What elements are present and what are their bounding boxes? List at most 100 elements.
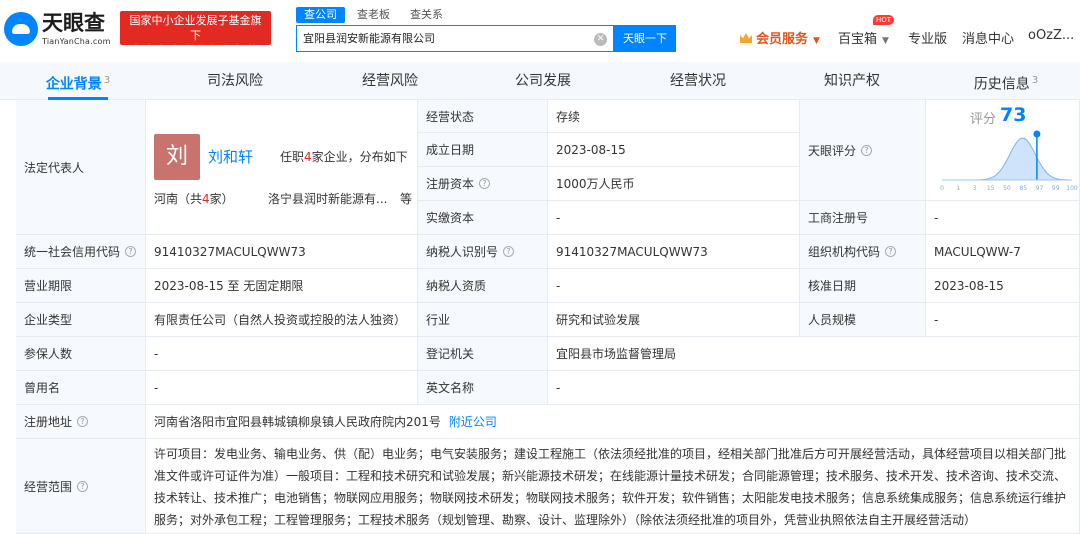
former-name-label: 曾用名 [16,371,146,405]
distribution-curve [942,137,1072,181]
search-type-tabs: 查公司 查老板 查关系 [296,6,451,24]
top-bar: 天眼查 TianYanCha.com 国家中小企业发展子基金旗下 官方备案企业征… [0,0,1080,62]
rating-label: 评分 [970,112,997,127]
badge-line-2: 官方备案企业征信机构 [130,44,261,57]
org-code-label: 组织机构代码? [800,235,926,269]
help-icon[interactable]: ? [861,144,873,156]
help-icon[interactable]: ? [125,246,137,257]
tax-id-value[interactable]: 91410327MACULQWW73 [548,235,800,269]
tab-ip[interactable]: 知识产权 [812,62,892,100]
help-icon[interactable]: ? [885,246,897,257]
nearby-companies-link[interactable]: 附近公司 [449,413,497,430]
score-pin-icon [1033,130,1041,138]
vip-label: 会员服务 [756,32,809,47]
tax-qual-value: - [548,269,800,303]
clear-search-icon[interactable]: ✕ [594,33,607,46]
authority-value: 宜阳县市场监督管理局 [548,337,1080,371]
legal-rep-label: 法定代表人 [16,100,146,235]
address-label: 注册地址? [16,405,146,439]
chevron-down-icon: ▼ [882,36,889,46]
search-input[interactable]: 宜阳县润安新能源有限公司 [296,25,614,52]
search-button[interactable]: 天眼一下 [614,25,676,52]
rating-tick-label: 0 [940,185,944,192]
legal-rep-region: 河南（共4家） [154,190,234,207]
vip-service-menu[interactable]: 会员服务 ▼ [740,28,820,47]
rating-tick-label: 100 [1066,185,1078,192]
rating-tick-label: 99 [1052,185,1060,192]
tax-id-label: 纳税人识别号? [418,235,548,269]
tab-history[interactable]: 历史信息 3 [966,62,1046,100]
credit-code-label: 统一社会信用代码? [16,235,146,269]
toolbox-menu[interactable]: 百宝箱 ▼ [838,28,889,47]
rating-tick-label: 85 [1019,185,1027,192]
legal-rep-name[interactable]: 刘和轩 [208,146,253,167]
approve-date-label: 核准日期 [800,269,926,303]
chevron-down-icon: ▼ [813,36,820,46]
fund-badge: 国家中小企业发展子基金旗下 官方备案企业征信机构 [120,11,271,57]
company-info-table: 法定代表人 刘 刘和轩 任职4家企业，分布如下 河南（共4家） 洛宁县润时新能源… [16,100,1080,534]
status-value: 存续 [548,100,800,133]
rating-distribution-chart: 0 1 3 15 50 85 97 99 100 [940,130,1078,192]
paid-capital-value: - [548,201,800,235]
search-tab-company[interactable]: 查公司 [296,7,345,23]
company-type-label: 企业类型 [16,303,146,337]
help-icon[interactable]: ? [479,178,491,189]
pro-link[interactable]: 专业版 [908,28,947,47]
rating-tick-label: 15 [987,185,995,192]
tab-enterprise-background[interactable]: 企业背景 3 [38,62,118,100]
legal-rep-cell: 刘 刘和轩 任职4家企业，分布如下 河南（共4家） 洛宁县润时新能源有... 等 [146,100,418,235]
credit-code-label-text: 统一社会信用代码 [24,245,121,259]
regno-value: - [926,201,1080,235]
founded-value: 2023-08-15 [548,133,800,167]
address-value: 河南省洛阳市宜阳县韩城镇柳泉镇人民政府院内201号 [154,415,441,429]
credit-code-value[interactable]: 91410327MACULQWW73 [146,235,418,269]
address-cell: 河南省洛阳市宜阳县韩城镇柳泉镇人民政府院内201号 附近公司 [146,405,1080,439]
search-tab-boss[interactable]: 查老板 [349,7,398,23]
term-label: 营业期限 [16,269,146,303]
address-label-text: 注册地址 [24,415,73,429]
tab-judicial-risk[interactable]: 司法风险 [195,62,275,100]
authority-label: 登记机关 [418,337,548,371]
tab-count: 3 [103,75,111,86]
logo[interactable]: 天眼查 TianYanCha.com [4,10,112,48]
rating-cell[interactable]: 评分 73 0 1 3 15 50 85 97 99 100 [926,100,1080,201]
legal-rep-desc: 任职4家企业，分布如下 [280,148,408,165]
org-code-value[interactable]: MACULQWW-7 [926,235,1080,269]
region-count: 4 [202,192,210,206]
capital-label: 注册资本? [418,167,548,201]
rating-tick-label: 97 [1036,185,1044,192]
scope-label-text: 经营范围 [24,479,73,494]
logo-eye-icon [4,12,38,46]
capital-label-text: 注册资本 [426,177,475,191]
avatar[interactable]: 刘 [154,134,200,180]
tab-business-risk[interactable]: 经营风险 [350,62,430,100]
scope-label: 经营范围? [16,439,146,534]
legal-rep-companies[interactable]: 洛宁县润时新能源有... [268,190,387,207]
region-post: 家） [209,192,234,206]
tianyan-score-label-text: 天眼评分 [808,143,857,158]
help-icon[interactable]: ? [503,246,515,257]
founded-label: 成立日期 [418,133,548,167]
help-icon[interactable]: ? [77,416,89,427]
approve-date-value: 2023-08-15 [926,269,1080,303]
tab-count: 3 [1031,75,1039,86]
search-tab-relation[interactable]: 查关系 [402,7,451,23]
tab-label: 历史信息 [973,76,1030,93]
company-count: 4 [304,150,312,164]
user-menu[interactable]: oOzZ... [1028,28,1074,43]
insured-label: 参保人数 [16,337,146,371]
logo-text: 天眼查 [42,11,105,35]
english-name-value: - [548,371,1080,405]
business-scope-value: 许可项目：发电业务、输电业务、供（配）电业务；电气安装服务；建设工程施工（依法须… [146,439,1080,534]
help-icon[interactable]: ? [77,480,89,492]
logo-domain: TianYanCha.com [42,37,111,46]
message-center-link[interactable]: 消息中心 [962,28,1014,47]
regno-label: 工商注册号 [800,201,926,235]
tab-development[interactable]: 公司发展 [503,62,583,100]
hot-badge: HOT [873,15,895,25]
badge-line-1: 国家中小企业发展子基金旗下 [129,14,262,42]
tab-operation[interactable]: 经营状况 [658,62,738,100]
desc-pre: 任职 [280,150,305,164]
section-tabs: 企业背景 3 司法风险 经营风险 公司发展 经营状况 知识产权 历史信息 3 [0,62,1080,100]
status-label: 经营状态 [418,100,548,133]
